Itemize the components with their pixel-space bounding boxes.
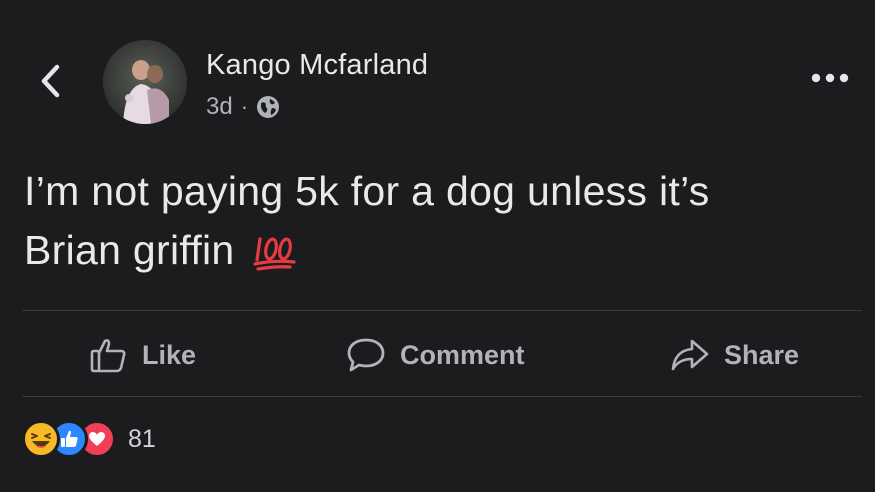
thumbs-up-icon [90,337,128,373]
meta-separator: · [240,94,249,119]
avatar-photo [103,40,187,124]
post-text-line-1: I’m not paying 5k for a dog unless it’s [24,168,710,214]
hundred-points-emoji [253,237,296,271]
comment-label: Comment [400,339,525,370]
comment-button[interactable]: Comment [346,330,525,380]
back-chevron-icon [41,64,60,98]
like-button[interactable]: Like [90,330,196,380]
reaction-count: 81 [128,424,156,453]
reaction-summary[interactable]: 81 [22,420,156,458]
facebook-post: Kango Mcfarland 3d · I’m not paying 5k f… [0,0,875,492]
post-text-line-2-text: Brian griffin [24,227,235,273]
more-options-button[interactable] [807,64,853,92]
comment-bubble-icon [346,337,386,373]
share-arrow-icon [670,338,710,372]
divider-top [22,310,862,311]
post-timestamp[interactable]: 3d [206,93,233,121]
more-options-icon [811,73,849,83]
post-meta: 3d · [206,93,280,121]
post-text: I’m not paying 5k for a dog unless it’s … [24,162,854,280]
haha-reaction-icon [22,420,60,458]
post-text-line-2: Brian griffin [24,221,854,280]
share-button[interactable]: Share [670,330,799,380]
divider-bottom [22,396,862,397]
back-button[interactable] [30,58,70,104]
globe-icon[interactable] [256,95,280,119]
author-name[interactable]: Kango Mcfarland [206,49,428,82]
avatar[interactable] [103,40,187,124]
share-label: Share [724,339,800,370]
like-label: Like [142,339,197,370]
